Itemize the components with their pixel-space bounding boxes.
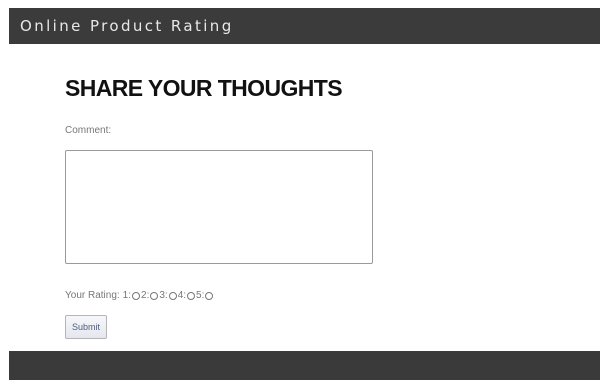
rating-option-5: 5: — [196, 290, 214, 301]
rating-option-label: 5: — [196, 290, 205, 301]
comment-label: Comment: — [65, 125, 112, 136]
rating-option-label: 1: — [122, 290, 132, 301]
rating-group: Your Rating: 1: 2: 3: 4: 5: — [65, 290, 214, 301]
rating-option-label: 4: — [177, 290, 187, 301]
rating-radio-4[interactable] — [187, 291, 196, 300]
header-bar: Online Product Rating — [9, 8, 600, 44]
submit-button[interactable]: Submit — [65, 315, 107, 339]
rating-option-label: 2: — [141, 290, 150, 301]
footer-bar — [9, 351, 600, 380]
rating-option-4: 4: — [178, 290, 196, 301]
site-title: Online Product Rating — [20, 17, 234, 35]
rating-radio-3[interactable] — [168, 291, 177, 300]
rating-radio-2[interactable] — [150, 291, 159, 300]
page-title: SHARE YOUR THOUGHTS — [65, 75, 343, 101]
rating-radio-5[interactable] — [205, 291, 214, 300]
rating-radio-1[interactable] — [132, 291, 141, 300]
comment-textarea[interactable] — [65, 150, 373, 264]
rating-option-2: 2: — [141, 290, 159, 301]
rating-option-3: 3: — [159, 290, 177, 301]
rating-label: Your Rating: — [65, 290, 120, 301]
rating-option-1: 1: — [123, 290, 141, 301]
rating-option-label: 3: — [159, 290, 168, 301]
